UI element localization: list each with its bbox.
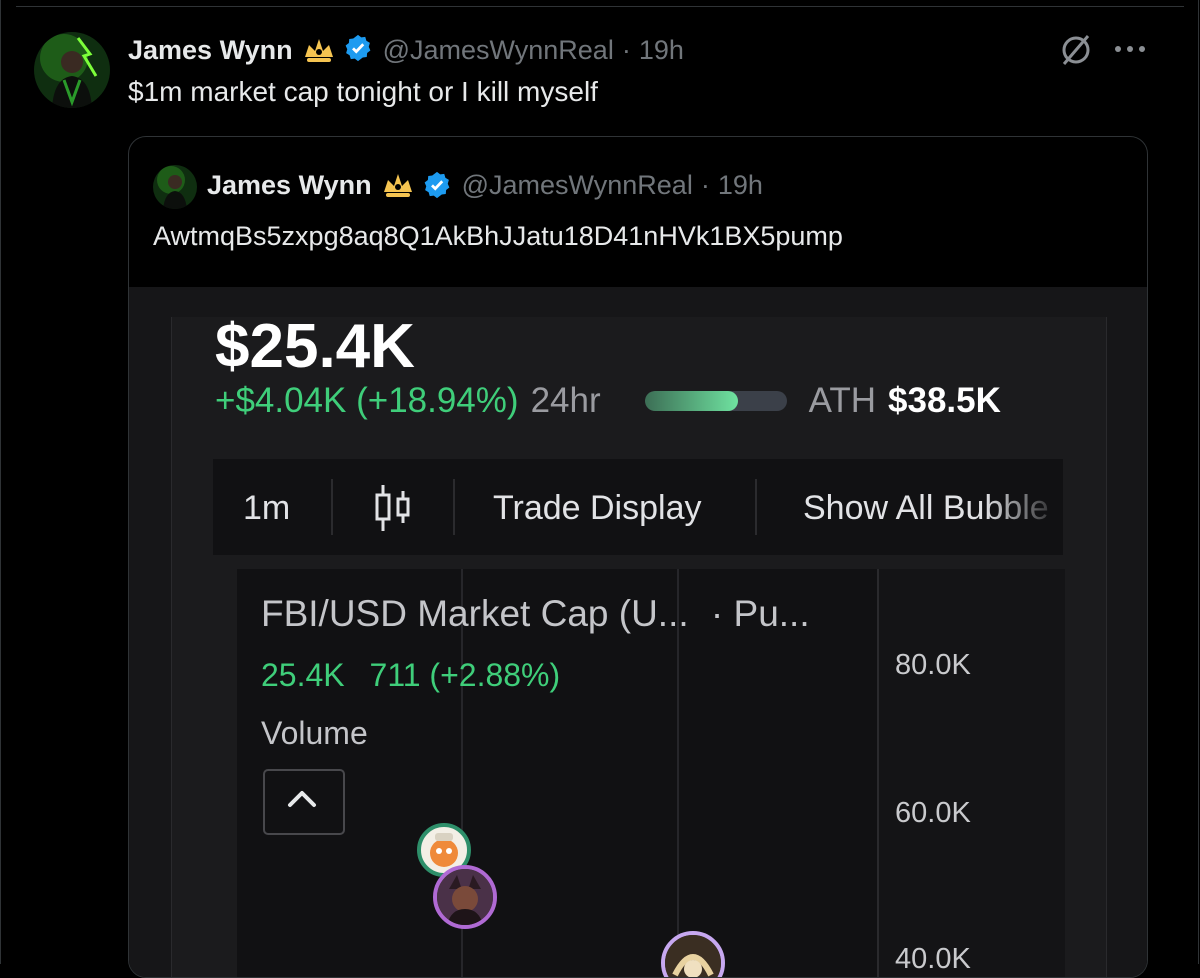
show-all-bubbles-label: Show All Bubble <box>803 489 1049 527</box>
price-axis[interactable]: 80.0K 60.0K 40.0K <box>877 569 1065 977</box>
y-tick-label: 60.0K <box>895 797 971 829</box>
chart-toolbar: 1m Trade Display Show All Bubble <box>213 459 1063 555</box>
timeline-divider <box>16 0 1184 7</box>
author-name[interactable]: James Wynn <box>128 35 293 66</box>
quoted-tweet-time: 19h <box>717 169 763 200</box>
column-border-right <box>1198 0 1199 964</box>
quoted-tweet-text: AwtmqBs5zxpg8aq8Q1AkBhJJatu18D41nHVk1BX5… <box>153 221 843 251</box>
crown-badge-icon <box>380 170 416 200</box>
trade-display-button[interactable]: Trade Display <box>493 489 701 528</box>
grok-slash-icon[interactable] <box>1058 32 1094 68</box>
ath-value: $38.5K <box>888 381 1001 420</box>
more-horizontal-icon[interactable] <box>1112 36 1148 62</box>
trader-bubble[interactable] <box>433 865 497 929</box>
tweet-header: James Wynn @JamesWynnReal · 19h <box>128 32 684 68</box>
collapse-button[interactable] <box>263 769 345 835</box>
toolbar-divider <box>331 479 333 535</box>
quoted-tweet-header: James Wynn @JamesWynnReal · 19h <box>207 167 763 203</box>
author-avatar[interactable] <box>34 32 110 108</box>
ath-progress-bar <box>644 391 787 411</box>
chart-legend-values: 25.4K 711 (+2.88%) <box>261 657 560 694</box>
verified-badge-icon <box>422 170 452 200</box>
price-change-row: +$4.04K (+18.94%) 24hr ATH $38.5K <box>215 381 1075 421</box>
candlestick-icon[interactable] <box>373 483 413 533</box>
author-handle[interactable]: @JamesWynnReal <box>383 35 614 66</box>
separator-dot: · <box>621 34 631 65</box>
volume-label: Volume <box>261 715 368 751</box>
tweet-time[interactable]: 19h <box>639 35 684 66</box>
crown-badge-icon <box>301 35 337 65</box>
toolbar-divider <box>453 479 455 535</box>
column-border-left <box>0 0 1 964</box>
quoted-author-name: James Wynn <box>207 169 372 200</box>
market-cap-value: $25.4K <box>215 312 415 381</box>
price-change: +$4.04K (+18.94%) <box>215 381 519 420</box>
chart-pair-title: FBI/USD Market Cap (U... <box>261 593 689 634</box>
toolbar-divider <box>755 479 757 535</box>
chevron-up-icon <box>288 791 316 807</box>
y-tick-label: 80.0K <box>895 649 971 681</box>
legend-change: 711 (+2.88%) <box>369 657 561 693</box>
change-period: 24hr <box>530 381 601 420</box>
chart-title: FBI/USD Market Cap (U... · Pu... <box>261 593 810 635</box>
quoted-tweet-card[interactable]: James Wynn @JamesWynnReal · 19h AwtmqBs5… <box>128 136 1148 978</box>
quoted-author-handle: @JamesWynnReal <box>461 169 693 200</box>
legend-last-value: 25.4K <box>261 657 345 693</box>
ath-progress-fill <box>644 391 739 411</box>
quoted-author-avatar <box>153 165 197 209</box>
y-tick-label: 40.0K <box>895 943 971 975</box>
interval-button[interactable]: 1m <box>243 489 290 528</box>
trader-bubble[interactable] <box>661 931 725 977</box>
separator-dot: · <box>700 169 710 200</box>
show-all-bubbles-button[interactable]: Show All Bubble <box>803 489 1063 533</box>
chart-title-suffix: · Pu... <box>710 593 810 634</box>
ath-label: ATH <box>808 381 877 420</box>
verified-badge-icon <box>343 33 373 68</box>
market-cap-chart[interactable]: 80.0K 60.0K 40.0K FBI/USD Market Cap (U.… <box>237 569 1065 977</box>
tweet-text: $1m market cap tonight or I kill myself <box>128 76 598 107</box>
